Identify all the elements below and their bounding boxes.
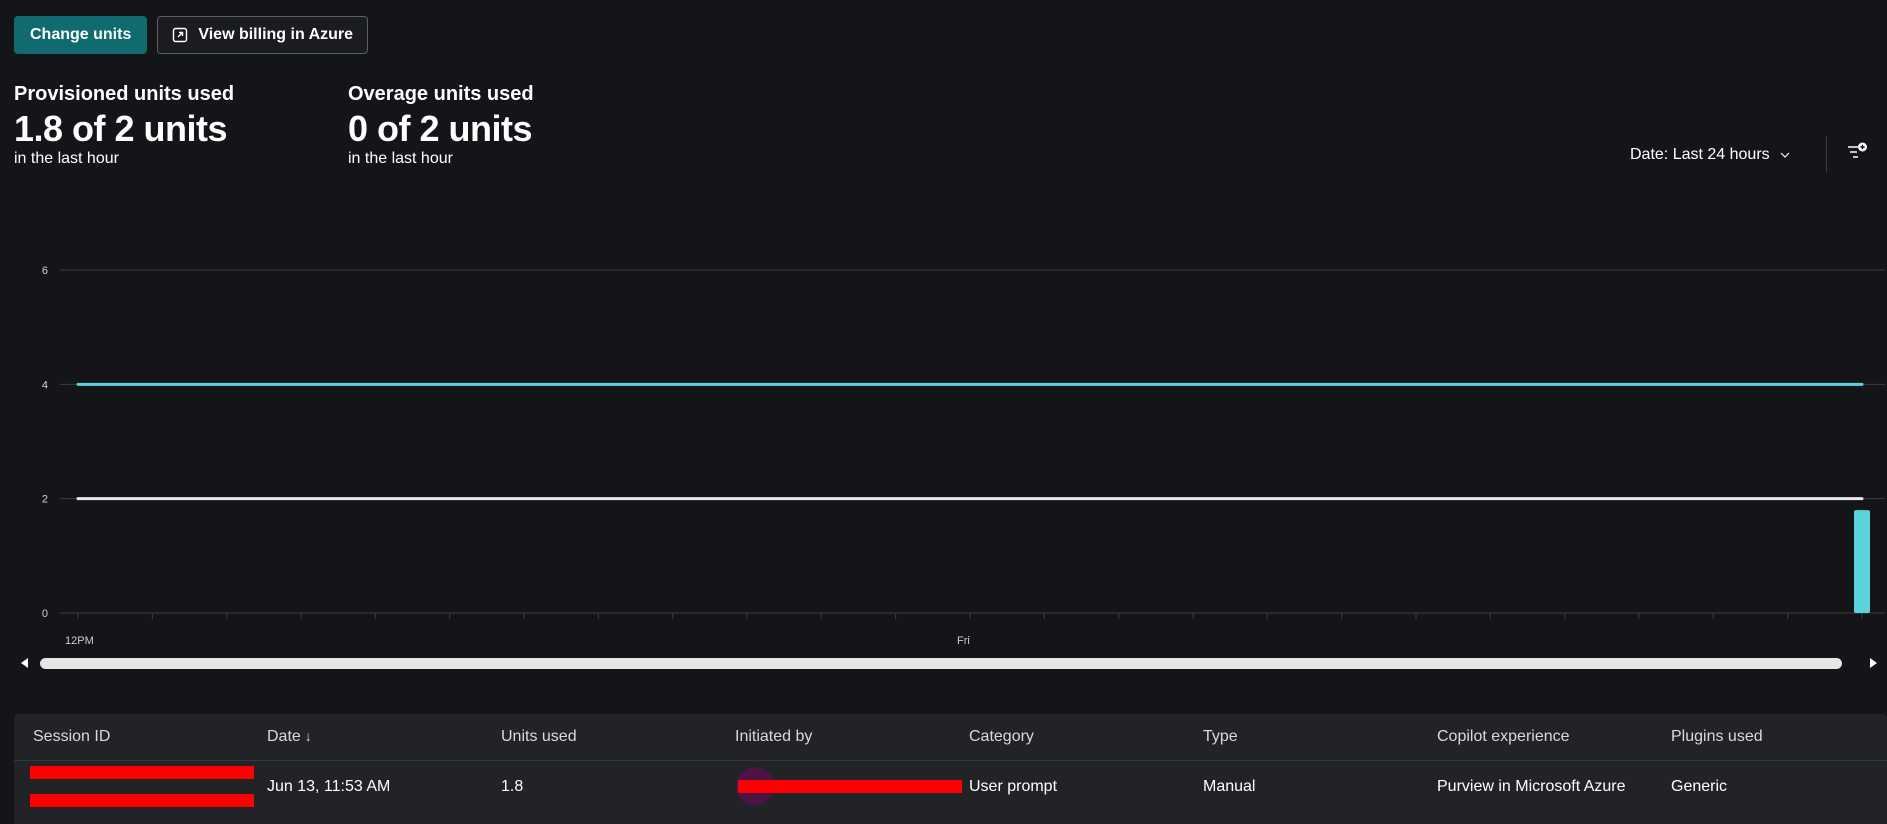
y-tick-label: 6	[42, 265, 48, 277]
view-billing-button[interactable]: View billing in Azure	[157, 16, 369, 54]
scroll-right-icon[interactable]	[1866, 656, 1880, 670]
col-session-id[interactable]: Session ID	[14, 728, 248, 746]
cell-units: 1.8	[501, 778, 524, 795]
col-initiated-by[interactable]: Initiated by	[716, 728, 950, 746]
cell-category: User prompt	[969, 778, 1058, 795]
col-plugins-used[interactable]: Plugins used	[1652, 728, 1886, 746]
view-billing-label: View billing in Azure	[198, 26, 354, 43]
cell-experience: Purview in Microsoft Azure	[1437, 778, 1626, 795]
col-date-label: Date	[267, 728, 301, 745]
cell-plugins: Generic	[1671, 778, 1728, 795]
col-copilot-experience[interactable]: Copilot experience	[1418, 728, 1652, 746]
redaction-bar	[738, 780, 962, 793]
col-date[interactable]: Date ↓	[248, 728, 482, 746]
y-tick-label: 4	[42, 379, 48, 391]
cell-date: Jun 13, 11:53 AM	[267, 778, 391, 795]
scroll-left-icon[interactable]	[18, 656, 32, 670]
col-type[interactable]: Type	[1184, 728, 1418, 746]
kpi-overage-value: 0 of 2 units	[348, 108, 533, 149]
y-tick-label: 0	[42, 608, 48, 620]
add-filter-icon[interactable]	[1846, 141, 1868, 163]
toolbar: Change units View billing in Azure	[14, 16, 369, 54]
redaction-bar	[30, 766, 254, 779]
kpi-provisioned-title: Provisioned units used	[14, 83, 235, 105]
usage-chart: 0 2 4 6 12PM Fri	[42, 265, 1885, 647]
table-header: Session ID Date ↓ Units used Initiated by…	[14, 714, 1887, 761]
redaction-bar	[30, 794, 254, 807]
kpi-provisioned-sub: in the last hour	[14, 150, 119, 167]
change-units-button[interactable]: Change units	[14, 16, 148, 54]
chevron-down-icon	[1780, 152, 1790, 158]
sessions-table: Session ID Date ↓ Units used Initiated by…	[14, 714, 1887, 824]
sort-down-icon: ↓	[304, 728, 312, 744]
scrollbar-thumb[interactable]	[40, 658, 1842, 669]
bar	[1854, 510, 1870, 613]
x-tick-label: 12PM	[65, 635, 94, 647]
date-filter-dropdown[interactable]: Date: Last 24 hours	[1630, 146, 1790, 164]
cell-type: Manual	[1203, 778, 1256, 795]
date-filter-label: Date: Last 24 hours	[1630, 146, 1770, 163]
x-tick-label: Fri	[957, 635, 970, 647]
kpi-overage-sub: in the last hour	[348, 150, 453, 167]
kpi-provisioned-value: 1.8 of 2 units	[14, 108, 228, 149]
kpi-overage-title: Overage units used	[348, 83, 534, 105]
chart-scrollbar[interactable]	[18, 654, 1880, 672]
col-category[interactable]: Category	[950, 728, 1184, 746]
col-units-used[interactable]: Units used	[482, 728, 716, 746]
open-external-icon	[172, 27, 188, 43]
y-tick-label: 2	[42, 494, 48, 506]
kpi-provisioned: Provisioned units used 1.8 of 2 units in…	[14, 82, 234, 168]
toolbar-divider	[1826, 136, 1827, 172]
kpi-overage: Overage units used 0 of 2 units in the l…	[348, 82, 534, 168]
